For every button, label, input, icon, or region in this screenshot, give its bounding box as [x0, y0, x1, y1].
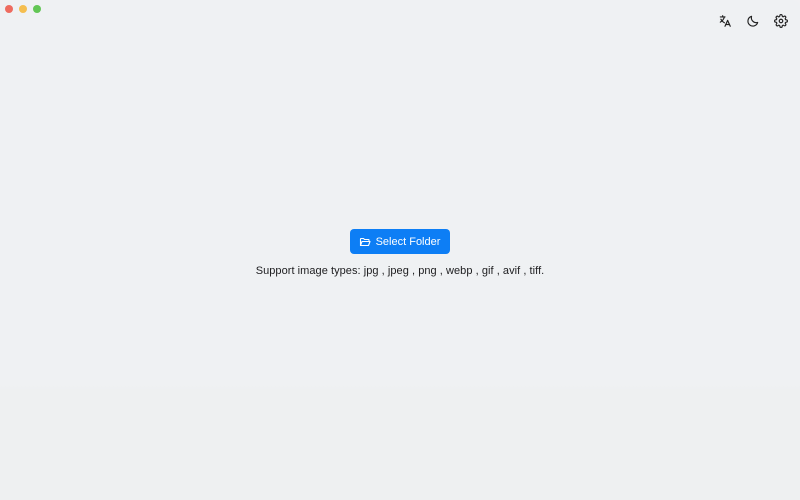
- folder-open-icon: [359, 236, 371, 248]
- top-toolbar: [716, 12, 790, 30]
- window-controls: [5, 5, 41, 13]
- close-window-button[interactable]: [5, 5, 13, 13]
- supported-types-text: Support image types: jpg , jpeg , png , …: [255, 265, 545, 277]
- settings-button[interactable]: [772, 12, 790, 30]
- minimize-window-button[interactable]: [19, 5, 27, 13]
- select-folder-button[interactable]: Select Folder: [349, 229, 451, 254]
- gear-icon: [774, 14, 788, 28]
- select-folder-label: Select Folder: [375, 235, 441, 248]
- zoom-window-button[interactable]: [33, 5, 41, 13]
- moon-icon: [746, 14, 760, 28]
- main-content: Select Folder Support image types: jpg ,…: [0, 229, 800, 277]
- app-window: Select Folder Support image types: jpg ,…: [0, 0, 800, 500]
- translate-button[interactable]: [716, 12, 734, 30]
- theme-toggle-button[interactable]: [744, 12, 762, 30]
- translate-icon: [718, 14, 732, 28]
